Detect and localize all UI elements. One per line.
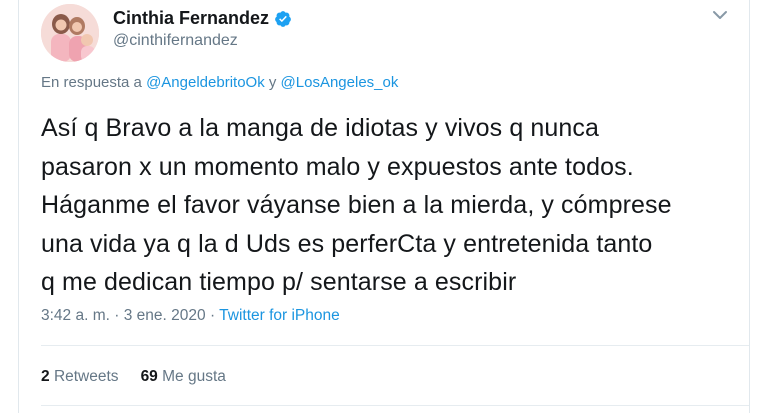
divider bbox=[41, 405, 749, 406]
tweet-metadata: 3:42 a. m. · 3 ene. 2020 · Twitter for i… bbox=[41, 307, 340, 325]
reply-conjunction: y bbox=[268, 74, 277, 91]
tweet-source-link[interactable]: Twitter for iPhone bbox=[219, 307, 340, 324]
verified-badge-icon bbox=[275, 10, 291, 27]
reply-prefix: En respuesta a bbox=[41, 74, 142, 91]
tweet-card: Cinthia Fernandez @cinthifernandez En re… bbox=[18, 0, 750, 413]
tweet-text: Así q Bravo a la manga de idiotas y vivo… bbox=[41, 109, 741, 302]
tweet-stats: 2 Retweets 69 Me gusta bbox=[41, 368, 226, 386]
retweets-stat[interactable]: 2 Retweets bbox=[41, 368, 119, 386]
tweet-text-line: Así q Bravo a la manga de idiotas y vivo… bbox=[41, 114, 599, 142]
tweet-date[interactable]: 3 ene. 2020 bbox=[124, 307, 206, 324]
retweets-count: 2 bbox=[41, 368, 50, 385]
mention-link[interactable]: @AngeldebritoOk bbox=[146, 74, 265, 91]
retweets-label: Retweets bbox=[53, 368, 119, 385]
meta-separator: · bbox=[209, 307, 216, 324]
tweet-text-line: q me dedican tiempo p/ sentarse a escrib… bbox=[41, 268, 517, 296]
tweet-text-line: Háganme el favor váyanse bien a la mierd… bbox=[41, 191, 672, 219]
likes-count: 69 bbox=[140, 368, 158, 385]
tweet-text-line: pasaron x un momento malo y expuestos an… bbox=[41, 152, 634, 181]
avatar-image bbox=[41, 4, 99, 62]
tweet-time[interactable]: 3:42 a. m. bbox=[41, 307, 110, 324]
chevron-down-icon[interactable] bbox=[711, 8, 729, 22]
tweet-text-line: una vida ya q la d Uds es perferCta y en… bbox=[41, 229, 653, 258]
reply-context: En respuesta a @AngeldebritoOk y @LosAng… bbox=[41, 74, 398, 91]
likes-stat[interactable]: 69 Me gusta bbox=[141, 368, 226, 386]
display-name[interactable]: Cinthia Fernandez bbox=[113, 8, 269, 29]
divider bbox=[41, 345, 749, 346]
user-handle[interactable]: @cinthifernandez bbox=[113, 32, 238, 50]
likes-label: Me gusta bbox=[162, 368, 226, 385]
mention-link[interactable]: @LosAngeles_ok bbox=[281, 74, 399, 91]
meta-separator: · bbox=[114, 307, 120, 324]
avatar[interactable] bbox=[41, 4, 99, 62]
